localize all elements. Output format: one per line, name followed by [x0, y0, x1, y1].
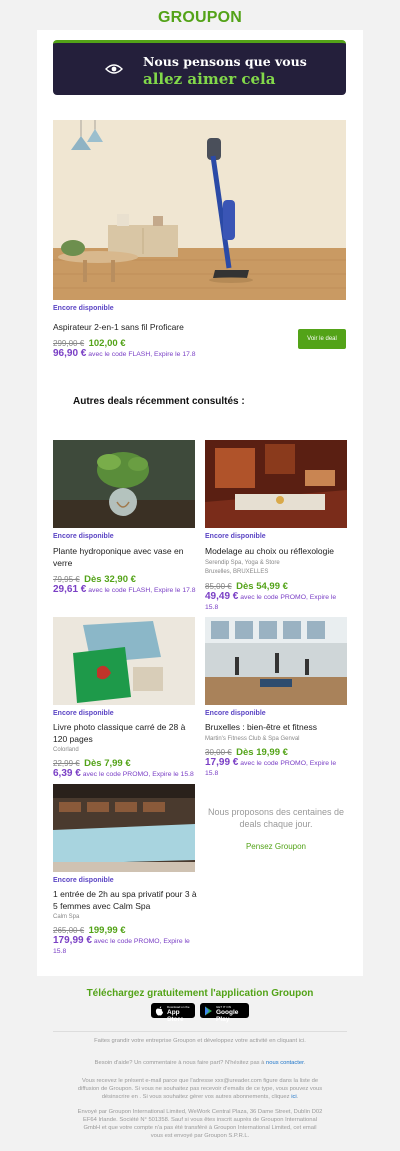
- merchant-line: Serendip Spa, Yoga & Store: [205, 560, 280, 566]
- play-icon: [205, 1006, 212, 1016]
- deal-promo: 29,61 € avec le code FLASH, Expire le 17…: [53, 585, 196, 596]
- eye-icon: [105, 64, 123, 74]
- deal-promo-text: avec le code PROMO, Expire le: [240, 760, 337, 767]
- section-title: Autres deals récemment consultés :: [73, 396, 245, 407]
- deal-promo-text: 15.8: [205, 604, 219, 611]
- deal-promo: 49,49 € avec le code PROMO, Expire le 15…: [205, 592, 336, 613]
- deal-price: Dès 7,99 €: [84, 758, 131, 769]
- footer-line: GmbH et que votre compte n'a pas été tra…: [83, 1125, 317, 1131]
- hero-price: 102,00 €: [88, 338, 126, 349]
- deal-image-spa[interactable]: [53, 784, 195, 872]
- manage-subscriptions-link[interactable]: ici: [291, 1094, 296, 1100]
- deal-title-line: 5 femmes avec Calm Spa: [53, 901, 151, 911]
- deal-promo-price: 49,49 €: [205, 591, 239, 602]
- footer-line: Vous recevez le présent e-mail parce que…: [81, 1078, 319, 1084]
- deal-promo-price: 179,99 €: [53, 935, 92, 946]
- deal-promo-price: 29,61 €: [53, 584, 87, 595]
- deal-title[interactable]: Livre photo classique carré de 28 à 120 …: [53, 721, 185, 745]
- banner-line-1: Nous pensons que vous: [143, 54, 307, 69]
- deal-promo: 179,99 € avec le code PROMO, Expire le 1…: [53, 936, 190, 957]
- deal-image-photobook[interactable]: [53, 617, 195, 705]
- deal-promo: 6,39 € avec le code PROMO, Expire le 15.…: [53, 769, 194, 780]
- deal-promo-text: avec le code PROMO, Expire le: [93, 938, 190, 945]
- deal-image-plant[interactable]: [53, 440, 195, 528]
- deal-title-line: 1 entrée de 2h au spa privatif pour 3 à: [53, 889, 197, 899]
- deal-old-price: 22,99 €: [53, 759, 80, 768]
- think-groupon-link[interactable]: Pensez Groupon: [205, 842, 347, 851]
- app-store-badge[interactable]: Download on the App Store: [151, 1003, 195, 1023]
- deal-merchant: Martin's Fitness Club & Spa Genval: [205, 736, 300, 742]
- deal-title-line: verre: [53, 558, 73, 568]
- deal-image-fitness[interactable]: [205, 617, 347, 705]
- deal-promo-text: 15.8: [205, 770, 219, 777]
- footer-help: Besoin d'aide? Un commentaire à nous fai…: [94, 1060, 306, 1066]
- deal-title-line: Bruxelles : bien-être et fitness: [205, 722, 317, 732]
- deal-promo-price: 17,99 €: [205, 757, 239, 768]
- footer-line: Envoyé par Groupon International Limited…: [77, 1109, 323, 1115]
- deal-old-price: 265,00 €: [53, 926, 85, 935]
- footer-subscription: Vous recevez le présent e-mail parce que…: [53, 1077, 347, 1101]
- deal-title-line: Plante hydroponique avec vase en: [53, 546, 184, 556]
- deal-title-line: Livre photo classique carré de 28 à: [53, 722, 186, 732]
- google-play-label: Google Play: [216, 1009, 239, 1023]
- hero-old-price: 299,00 €: [53, 339, 85, 348]
- hero-promo-text: avec le code FLASH, Expire le 17.8: [88, 351, 196, 358]
- deal-image-massage[interactable]: [205, 440, 347, 528]
- deal-title[interactable]: Bruxelles : bien-être et fitness: [205, 721, 317, 733]
- deal-title[interactable]: Plante hydroponique avec vase en verre: [53, 545, 183, 569]
- banner-line-2: allez aimer cela: [143, 70, 276, 88]
- deal-availability: Encore disponible: [205, 710, 266, 717]
- deal-promo-text: avec le code PROMO, Expire le: [240, 594, 337, 601]
- app-store-label: App Store: [167, 1009, 184, 1023]
- deal-promo-price: 6,39 €: [53, 768, 81, 779]
- deal-title[interactable]: Modelage au choix ou réflexologie: [205, 545, 334, 557]
- footer-line: diffusion de Groupon. Si vous ne souhait…: [77, 1086, 323, 1092]
- hero-deal-image[interactable]: [53, 120, 346, 300]
- deal-availability: Encore disponible: [53, 710, 114, 717]
- google-play-badge[interactable]: GET IT ON Google Play: [200, 1003, 249, 1023]
- deal-title-line: Modelage au choix ou réflexologie: [205, 546, 335, 556]
- footer-line: EF64 Irlande. Société N° 501358. Sauf si…: [82, 1117, 317, 1123]
- side-message-line: Nous proposons des centaines de: [207, 807, 345, 817]
- deal-old-price: 85,00 €: [205, 582, 232, 591]
- side-message: Nous proposons des centaines de deals ch…: [205, 806, 347, 830]
- contact-us-link[interactable]: nous contacter: [266, 1060, 304, 1066]
- deal-merchant: Calm Spa: [53, 914, 80, 920]
- footer-legal: Envoyé par Groupon International Limited…: [53, 1108, 347, 1140]
- footer-business[interactable]: Faites grandir votre entreprise Groupon …: [53, 1037, 347, 1045]
- deal-promo-text: 15.8: [53, 948, 67, 955]
- footer-line: vous est envoyé par Groupon S.P.R.L.: [150, 1133, 250, 1139]
- deal-price: Dès 54,99 €: [236, 581, 288, 592]
- deal-promo-text: avec le code FLASH, Expire le 17.8: [88, 587, 196, 594]
- deal-price: Dès 32,90 €: [84, 574, 136, 585]
- deal-merchant: Colorland: [53, 747, 79, 753]
- groupon-logo[interactable]: GROUPON: [0, 9, 400, 27]
- deal-promo-text: avec le code PROMO, Expire le 15.8: [82, 771, 194, 778]
- deal-merchant: Serendip Spa, Yoga & Store Bruxelles, BR…: [205, 559, 280, 577]
- deal-old-price: 79,95 €: [53, 575, 80, 584]
- deal-availability: Encore disponible: [53, 877, 114, 884]
- deal-price: Dès 19,99 €: [236, 747, 288, 758]
- merchant-line: Bruxelles, BRUXELLES: [205, 569, 269, 575]
- hero-deal-title[interactable]: Aspirateur 2-en-1 sans fil Proficare: [53, 321, 184, 333]
- side-message-line: deals chaque jour.: [239, 819, 313, 829]
- view-deal-button[interactable]: Voir le deal: [298, 329, 346, 349]
- deal-old-price: 30,00 €: [205, 748, 232, 757]
- hero-availability: Encore disponible: [53, 305, 114, 312]
- footer-line: désinscrire en . Si vous souhaitez gérer…: [101, 1094, 290, 1100]
- deal-promo: 17,99 € avec le code PROMO, Expire le 15…: [205, 758, 336, 779]
- deal-availability: Encore disponible: [205, 533, 266, 540]
- apple-icon: [155, 1006, 163, 1016]
- deal-price: 199,99 €: [88, 925, 126, 936]
- deal-availability: Encore disponible: [53, 533, 114, 540]
- hero-promo-price: 96,90 €: [53, 348, 87, 359]
- deal-title-line: 120 pages: [53, 734, 93, 744]
- footer-help-text: Besoin d'aide? Un commentaire à nous fai…: [94, 1060, 265, 1066]
- hero-promo: 96,90 € avec le code FLASH, Expire le 17…: [53, 349, 196, 360]
- app-download-title: Téléchargez gratuitement l'application G…: [86, 988, 314, 999]
- footer-divider: [53, 1031, 347, 1032]
- deal-title[interactable]: 1 entrée de 2h au spa privatif pour 3 à …: [53, 888, 197, 912]
- recommendation-banner: Nous pensons que vous allez aimer cela: [53, 40, 346, 95]
